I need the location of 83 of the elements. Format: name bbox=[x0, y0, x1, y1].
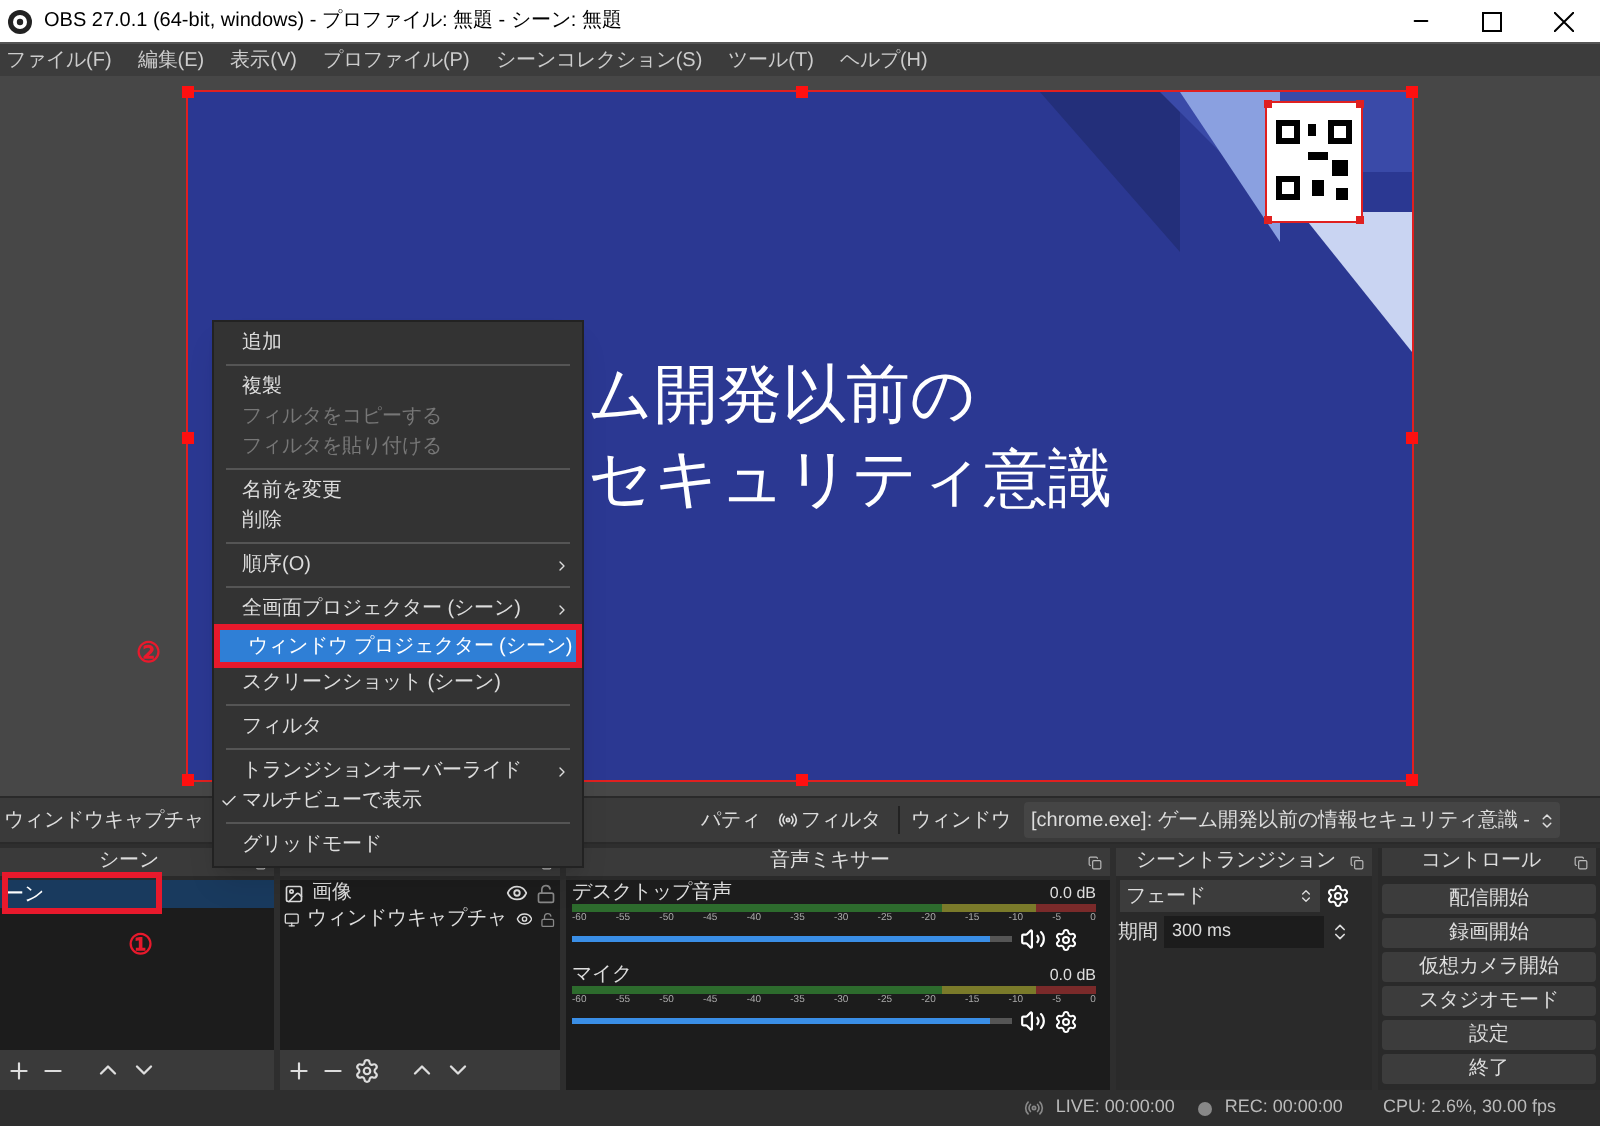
menu-item[interactable]: ヘルプ(H) bbox=[839, 45, 928, 75]
menu-option[interactable]: 削除 bbox=[214, 506, 582, 536]
menu-option[interactable]: グリッドモード bbox=[214, 830, 582, 860]
duration-field[interactable]: 300 ms bbox=[1164, 916, 1324, 948]
speaker-icon[interactable] bbox=[1020, 926, 1046, 952]
annotation-number: ② bbox=[136, 634, 162, 672]
visibility-icon[interactable] bbox=[515, 908, 533, 930]
source-item[interactable]: ウィンドウキャプチャ bbox=[307, 904, 508, 934]
channel-reading: 0.0 dB bbox=[1049, 964, 1096, 986]
resize-handle[interactable] bbox=[796, 774, 808, 786]
dock-title: シーントランジション bbox=[1136, 850, 1336, 874]
menu-item[interactable]: 表示(V) bbox=[230, 45, 297, 75]
lock-icon[interactable] bbox=[540, 909, 556, 929]
menu-option[interactable]: 複製 bbox=[214, 372, 582, 402]
slide-heading: セキュリティ意識 bbox=[588, 440, 1114, 518]
settings-icon[interactable] bbox=[354, 1057, 380, 1083]
dock-title: コントロール bbox=[1421, 850, 1541, 874]
resize-handle[interactable] bbox=[1406, 774, 1418, 786]
menu-option[interactable]: トランジションオーバーライド bbox=[214, 756, 582, 786]
source-item[interactable]: 画像 bbox=[312, 878, 498, 908]
rec-status: REC: 00:00:00 bbox=[1224, 1094, 1343, 1121]
window-select[interactable]: [chrome.exe]: ゲーム開発以前の情報セキュリティ意識 - bbox=[1023, 802, 1560, 838]
control-button[interactable]: 録画開始 bbox=[1382, 918, 1596, 948]
add-icon[interactable] bbox=[6, 1057, 32, 1083]
channel-name: デスクトップ音声 bbox=[572, 882, 732, 904]
control-button[interactable]: 配信開始 bbox=[1382, 884, 1596, 914]
close-icon bbox=[1554, 11, 1574, 31]
control-button[interactable]: 設定 bbox=[1382, 1020, 1596, 1050]
visibility-icon[interactable] bbox=[506, 882, 528, 904]
menu-item[interactable]: 編集(E) bbox=[137, 45, 205, 75]
resize-handle[interactable] bbox=[182, 774, 194, 786]
dock-title: シーン bbox=[99, 850, 159, 874]
float-icon[interactable] bbox=[1350, 855, 1364, 869]
qr-code-drawing bbox=[1264, 100, 1364, 224]
window-title: OBS 27.0.1 (64-bit, windows) - プロファイル: 無題 - シーン: 無題 bbox=[44, 7, 622, 36]
check-icon bbox=[220, 792, 238, 810]
menu-option[interactable]: スクリーンショット (シーン) bbox=[214, 668, 582, 698]
slide-heading: ム開発以前の bbox=[588, 356, 978, 434]
properties-button[interactable]: パティ bbox=[701, 805, 762, 835]
menu-option[interactable]: 名前を変更 bbox=[214, 476, 582, 506]
control-button[interactable]: 終了 bbox=[1382, 1054, 1596, 1084]
menu-item[interactable]: ツール(T) bbox=[728, 45, 814, 75]
source-name: ウィンドウキャプチャ bbox=[4, 807, 204, 835]
resize-handle[interactable] bbox=[182, 432, 194, 444]
channel-name: マイク bbox=[572, 964, 632, 986]
menu-option[interactable]: フィルタ bbox=[214, 712, 582, 742]
channel-reading: 0.0 dB bbox=[1049, 882, 1096, 904]
float-icon[interactable] bbox=[1088, 855, 1102, 869]
stepper-icon[interactable] bbox=[1330, 920, 1350, 944]
control-button[interactable]: スタジオモード bbox=[1382, 986, 1596, 1016]
maximize-icon bbox=[1482, 11, 1502, 31]
broadcast-icon bbox=[1023, 1098, 1044, 1118]
menu-item[interactable]: シーンコレクション(S) bbox=[495, 45, 703, 75]
live-status: LIVE: 00:00:00 bbox=[1055, 1094, 1175, 1121]
add-icon[interactable] bbox=[286, 1057, 312, 1083]
control-button[interactable]: 仮想カメラ開始 bbox=[1382, 952, 1596, 982]
image-icon bbox=[284, 883, 304, 903]
menu-option[interactable]: ウィンドウ プロジェクター (シーン) bbox=[214, 624, 582, 668]
menu-item[interactable]: プロファイル(P) bbox=[322, 45, 470, 75]
filters-button[interactable]: フィルタ bbox=[777, 805, 882, 835]
menu-option[interactable]: 追加 bbox=[214, 328, 582, 358]
resize-handle[interactable] bbox=[182, 86, 194, 98]
filter-icon bbox=[777, 810, 798, 830]
menu-item[interactable]: ファイル(F) bbox=[6, 45, 112, 75]
spinner-icon bbox=[1538, 811, 1556, 829]
lock-icon[interactable] bbox=[536, 883, 556, 903]
spinner-icon bbox=[1298, 888, 1314, 904]
annotation-number: ① bbox=[128, 926, 154, 964]
resize-handle[interactable] bbox=[1406, 86, 1418, 98]
dock-title: 音声ミキサー bbox=[770, 850, 890, 874]
menu-option[interactable]: 全画面プロジェクター (シーン) bbox=[214, 594, 582, 624]
resize-handle[interactable] bbox=[796, 86, 808, 98]
speaker-icon[interactable] bbox=[1020, 1008, 1046, 1034]
window-icon bbox=[284, 909, 300, 929]
window-label: ウィンドウ bbox=[911, 807, 1012, 835]
resize-handle[interactable] bbox=[1406, 432, 1418, 444]
cpu-status: CPU: 2.6%, 30.00 fps bbox=[1382, 1094, 1556, 1121]
menu-option[interactable]: 順序(O) bbox=[214, 550, 582, 580]
transition-select[interactable]: フェード bbox=[1120, 880, 1320, 912]
float-icon[interactable] bbox=[1574, 855, 1588, 869]
menu-option[interactable]: マルチビューで表示 bbox=[214, 786, 582, 816]
app-logo-icon bbox=[8, 9, 32, 33]
duration-label: 期間 bbox=[1118, 919, 1158, 947]
